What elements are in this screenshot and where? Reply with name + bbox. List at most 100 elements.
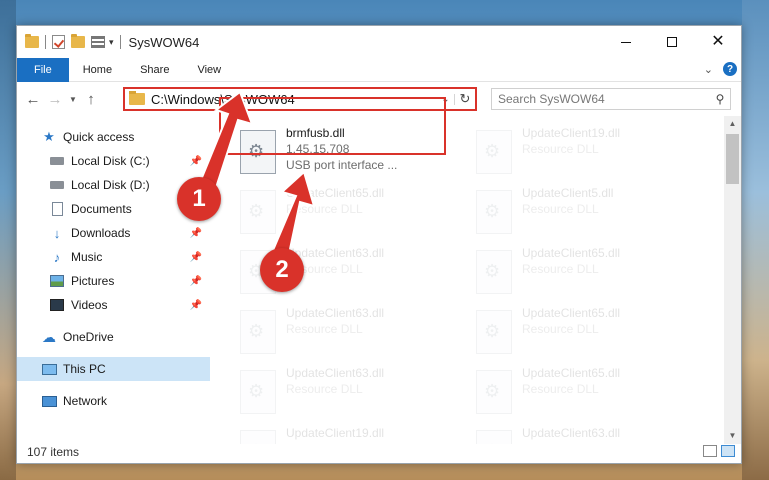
explorer-window: ▾ SysWOW64 ✕ File Home Share View ⌄ ? ← … bbox=[16, 25, 742, 464]
large-icons-view-icon[interactable] bbox=[721, 445, 735, 457]
pin-icon[interactable]: 📌 bbox=[190, 228, 202, 239]
sidebar-item-network[interactable]: Network bbox=[17, 389, 210, 413]
file-type: Resource DLL bbox=[286, 322, 363, 336]
sidebar-item-quick-access[interactable]: ★ Quick access bbox=[17, 125, 210, 149]
callout-badge-2: 2 bbox=[260, 248, 304, 292]
expand-ribbon-chevron-icon[interactable]: ⌄ bbox=[704, 63, 713, 76]
sidebar-item-local-disk-c[interactable]: Local Disk (C:) 📌 bbox=[17, 149, 210, 173]
network-icon bbox=[41, 395, 57, 407]
close-icon: ✕ bbox=[711, 33, 725, 50]
minimize-icon bbox=[621, 41, 631, 43]
video-icon bbox=[50, 299, 64, 311]
sidebar-item-label: OneDrive bbox=[63, 330, 114, 344]
recent-locations-chevron-icon[interactable]: ▼ bbox=[66, 95, 80, 104]
file-name: UpdateClient63.dll bbox=[286, 366, 385, 380]
file-item[interactable]: UpdateClient19.dll Resource DLL bbox=[476, 126, 620, 180]
sidebar-item-onedrive[interactable]: ☁ OneDrive bbox=[17, 325, 210, 349]
search-icon[interactable]: ⚲ bbox=[710, 92, 730, 106]
file-item[interactable]: UpdateClient65.dll Resource DLL bbox=[476, 366, 620, 420]
sidebar-item-label: Videos bbox=[71, 298, 108, 312]
status-bar: 107 items bbox=[17, 441, 741, 463]
search-box[interactable]: Search SysWOW64 ⚲ bbox=[491, 88, 731, 110]
dll-file-icon bbox=[240, 310, 276, 354]
file-name: UpdateClient65.dll bbox=[522, 306, 621, 320]
dll-file-icon bbox=[476, 190, 512, 234]
new-folder-icon[interactable] bbox=[71, 34, 85, 48]
minimize-button[interactable] bbox=[603, 26, 649, 58]
pin-icon[interactable]: 📌 bbox=[190, 252, 202, 263]
back-arrow-icon[interactable]: ← bbox=[22, 91, 44, 108]
scroll-up-icon[interactable]: ▲ bbox=[724, 116, 741, 132]
folder-icon bbox=[129, 91, 145, 105]
file-item[interactable]: UpdateClient65.dll Resource DLL bbox=[476, 246, 620, 300]
file-name: UpdateClient63.dll bbox=[522, 426, 621, 440]
folder-icon bbox=[25, 34, 39, 48]
file-name: UpdateClient65.dll bbox=[522, 246, 621, 260]
main-area: ★ Quick access Local Disk (C:) 📌 Local D… bbox=[17, 116, 741, 444]
sidebar-item-label: This PC bbox=[63, 362, 106, 376]
tab-view[interactable]: View bbox=[183, 58, 235, 82]
sidebar-item-pictures[interactable]: Pictures 📌 bbox=[17, 269, 210, 293]
dll-file-icon bbox=[476, 370, 512, 414]
details-view-icon[interactable] bbox=[703, 445, 717, 457]
divider bbox=[45, 35, 46, 49]
tab-share[interactable]: Share bbox=[126, 58, 183, 82]
maximize-icon bbox=[667, 37, 677, 47]
computer-icon bbox=[41, 363, 57, 375]
up-arrow-icon[interactable]: ↑ bbox=[80, 91, 102, 108]
tab-home[interactable]: Home bbox=[69, 58, 126, 82]
search-input[interactable]: Search SysWOW64 bbox=[492, 92, 710, 106]
sidebar-item-music[interactable]: ♪ Music 📌 bbox=[17, 245, 210, 269]
file-type: Resource DLL bbox=[522, 262, 599, 276]
file-item[interactable]: UpdateClient65.dll Resource DLL bbox=[476, 306, 620, 360]
file-type: Resource DLL bbox=[522, 202, 599, 216]
sidebar-item-label: Documents bbox=[71, 202, 132, 216]
file-item[interactable]: UpdateClient65.dll Resource DLL bbox=[240, 186, 384, 240]
file-type: Resource DLL bbox=[286, 202, 363, 216]
sidebar-item-downloads[interactable]: ↓ Downloads 📌 bbox=[17, 221, 210, 245]
properties-check-icon[interactable] bbox=[52, 35, 65, 49]
scroll-thumb[interactable] bbox=[726, 134, 739, 184]
pin-icon[interactable]: 📌 bbox=[190, 276, 202, 287]
tab-file[interactable]: File bbox=[17, 57, 69, 82]
file-type: Resource DLL bbox=[286, 382, 363, 396]
file-name: UpdateClient65.dll bbox=[286, 186, 385, 200]
pin-icon[interactable]: 📌 bbox=[190, 300, 202, 311]
pin-icon[interactable]: 📌 bbox=[190, 156, 202, 167]
drive-icon bbox=[50, 181, 64, 189]
file-item[interactable]: UpdateClient63.dll Resource DLL bbox=[240, 306, 384, 360]
sidebar-item-this-pc[interactable]: This PC bbox=[17, 357, 210, 381]
dll-file-icon bbox=[476, 130, 512, 174]
file-type: Resource DLL bbox=[522, 142, 599, 156]
divider bbox=[119, 35, 121, 49]
refresh-icon[interactable]: ↻ bbox=[455, 91, 475, 107]
help-icon[interactable]: ? bbox=[723, 62, 737, 76]
file-name: UpdateClient19.dll bbox=[286, 426, 385, 440]
navigation-pane: ★ Quick access Local Disk (C:) 📌 Local D… bbox=[17, 116, 212, 444]
dll-file-icon bbox=[476, 310, 512, 354]
file-type: Resource DLL bbox=[522, 322, 599, 336]
drive-icon bbox=[50, 157, 64, 165]
dll-file-icon bbox=[240, 190, 276, 234]
document-icon bbox=[51, 202, 63, 216]
maximize-button[interactable] bbox=[649, 26, 695, 58]
vertical-scrollbar[interactable]: ▲ ▼ bbox=[724, 116, 741, 444]
star-icon: ★ bbox=[43, 129, 55, 144]
callout-badge-1: 1 bbox=[177, 177, 221, 221]
sidebar-item-label: Quick access bbox=[63, 130, 135, 144]
file-name: UpdateClient65.dll bbox=[522, 366, 621, 380]
file-item[interactable]: UpdateClient5.dll Resource DLL bbox=[476, 186, 613, 240]
sidebar-item-label: Pictures bbox=[71, 274, 115, 288]
desktop-background-left bbox=[0, 0, 16, 480]
quick-access-toolbar-icon[interactable] bbox=[91, 36, 105, 48]
sidebar-item-videos[interactable]: Videos 📌 bbox=[17, 293, 210, 317]
file-item[interactable]: UpdateClient63.dll Resource DLL bbox=[240, 366, 384, 420]
forward-arrow-icon[interactable]: → bbox=[44, 91, 66, 108]
pictures-icon bbox=[50, 275, 64, 287]
customize-toolbar-chevron-icon[interactable]: ▾ bbox=[109, 37, 114, 48]
file-type: Resource DLL bbox=[522, 382, 599, 396]
download-arrow-icon: ↓ bbox=[53, 225, 61, 241]
close-button[interactable]: ✕ bbox=[695, 26, 741, 58]
title-bar: ▾ SysWOW64 ✕ bbox=[17, 26, 741, 58]
file-name: UpdateClient19.dll bbox=[522, 126, 621, 140]
